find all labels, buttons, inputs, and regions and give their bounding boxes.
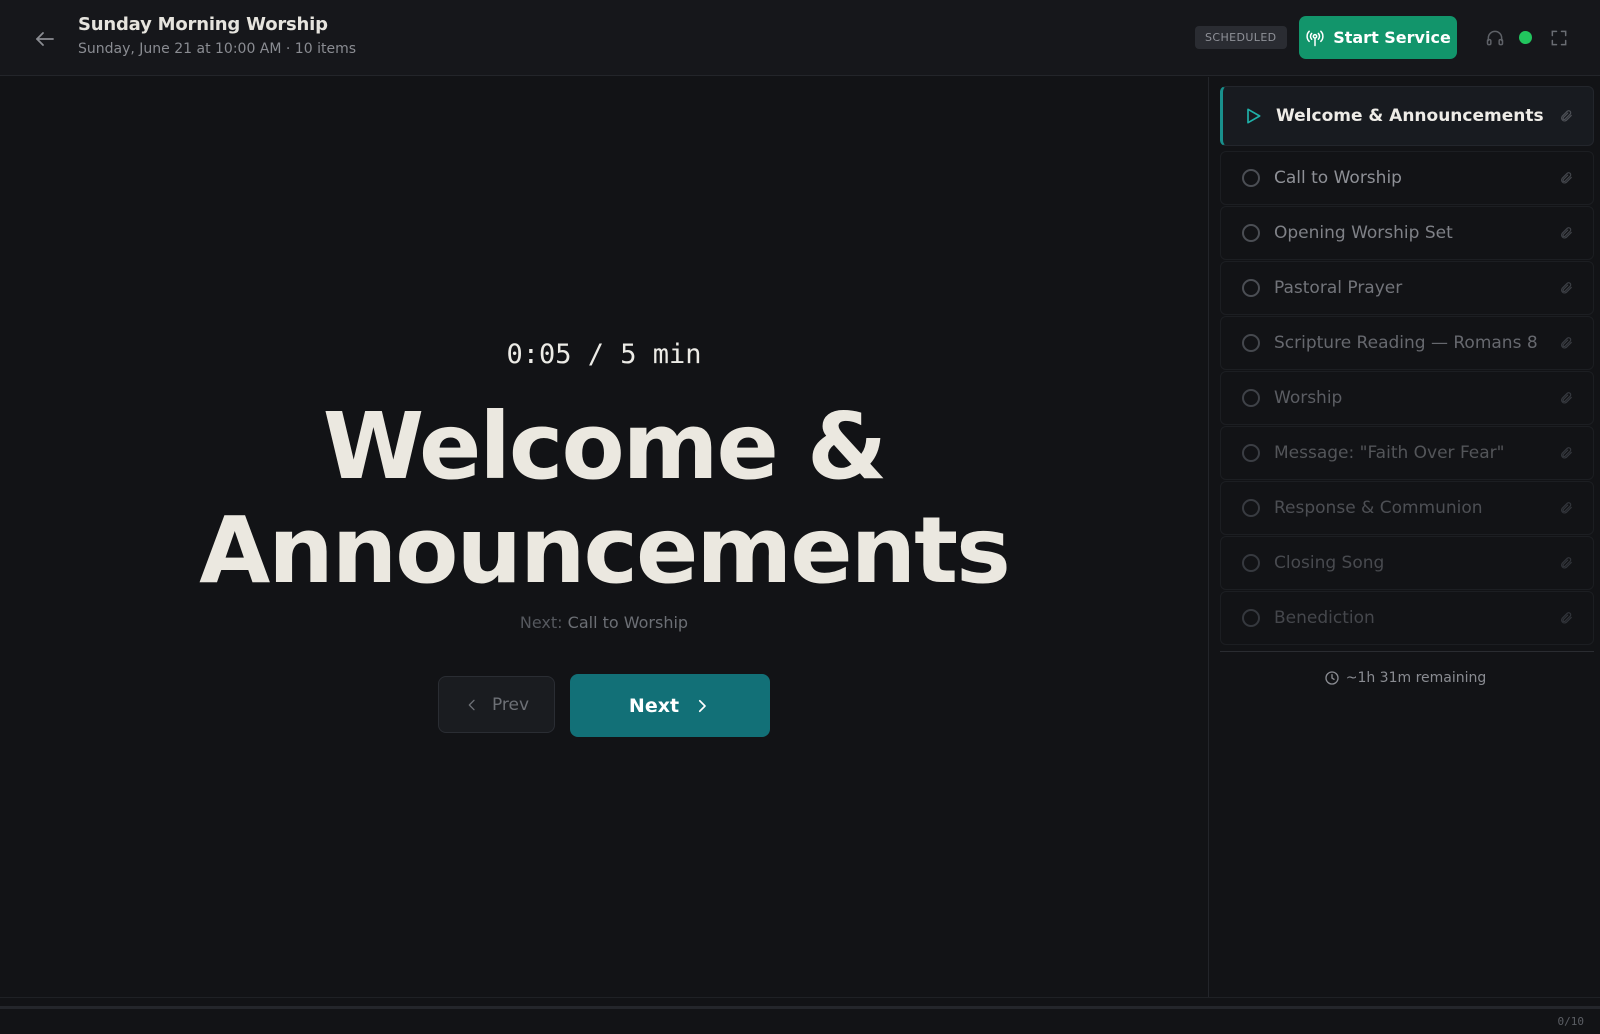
paperclip-icon[interactable] (1559, 109, 1573, 123)
arrow-left-icon (36, 32, 54, 46)
service-item-label: Opening Worship Set (1274, 223, 1453, 243)
service-title: Sunday Morning Worship (78, 14, 328, 35)
service-item[interactable]: Pastoral Prayer (1220, 261, 1594, 315)
service-item-label: Message: "Faith Over Fear" (1274, 443, 1505, 463)
progress-footer: 0/10 (0, 997, 1600, 1034)
sidebar-divider (1220, 651, 1594, 652)
headphones-icon (1486, 30, 1504, 46)
service-item[interactable]: Welcome & Announcements (1220, 86, 1594, 146)
service-subtitle: Sunday, June 21 at 10:00 AM · 10 items (78, 41, 356, 57)
pending-circle-icon (1242, 224, 1260, 242)
prev-button[interactable]: Prev (438, 676, 555, 733)
clock-icon (1325, 671, 1339, 685)
pending-circle-icon (1242, 279, 1260, 297)
paperclip-icon[interactable] (1559, 226, 1573, 240)
presentation-stage: 0:05 / 5 min Welcome & Announcements Nex… (0, 77, 1208, 997)
fullscreen-icon (1551, 30, 1567, 46)
service-item[interactable]: Closing Song (1220, 536, 1594, 590)
paperclip-icon[interactable] (1559, 171, 1573, 185)
pending-circle-icon (1242, 499, 1260, 517)
start-service-label: Start Service (1333, 28, 1451, 47)
pending-circle-icon (1242, 169, 1260, 187)
paperclip-icon[interactable] (1559, 336, 1573, 350)
fullscreen-button[interactable] (1548, 27, 1570, 49)
pending-circle-icon (1242, 444, 1260, 462)
service-item[interactable]: Worship (1220, 371, 1594, 425)
status-badge: SCHEDULED (1195, 26, 1287, 49)
current-item-title-line1: Welcome & (322, 393, 887, 500)
pending-circle-icon (1242, 334, 1260, 352)
headphones-button[interactable] (1484, 27, 1506, 49)
service-item-label: Benediction (1274, 608, 1375, 628)
next-prefix: Next: (519, 613, 563, 632)
time-remaining-label: ~1h 31m remaining (1345, 670, 1487, 686)
live-status-indicator (1519, 31, 1532, 44)
service-item-label: Welcome & Announcements (1276, 106, 1544, 126)
paperclip-icon[interactable] (1559, 281, 1573, 295)
service-item[interactable]: Message: "Faith Over Fear" (1220, 426, 1594, 480)
service-item[interactable]: Benediction (1220, 591, 1594, 645)
next-button[interactable]: Next (570, 674, 770, 737)
service-item[interactable]: Scripture Reading — Romans 8 (1220, 316, 1594, 370)
paperclip-icon[interactable] (1559, 556, 1573, 570)
time-remaining: ~1h 31m remaining (1209, 670, 1600, 686)
service-info: Sunday Morning Worship Sunday, June 21 a… (78, 14, 356, 57)
order-of-service-sidebar: Welcome & Announcements Call to Worship … (1208, 77, 1600, 997)
current-item-title: Welcome & Announcements (0, 395, 1208, 603)
pending-circle-icon (1242, 554, 1260, 572)
pending-circle-icon (1242, 389, 1260, 407)
service-item-label: Pastoral Prayer (1274, 278, 1403, 298)
service-item[interactable]: Opening Worship Set (1220, 206, 1594, 260)
current-item-title-line2: Announcements (199, 497, 1011, 604)
paperclip-icon[interactable] (1559, 611, 1573, 625)
start-service-button[interactable]: Start Service (1299, 16, 1457, 59)
item-timer: 0:05 / 5 min (506, 339, 702, 370)
service-item-label: Closing Song (1274, 553, 1385, 573)
top-bar: Sunday Morning Worship Sunday, June 21 a… (0, 0, 1600, 76)
pending-circle-icon (1242, 609, 1260, 627)
chevron-left-icon (468, 699, 475, 710)
next-item-name: Call to Worship (567, 613, 689, 632)
play-icon (1247, 108, 1261, 124)
paperclip-icon[interactable] (1559, 446, 1573, 460)
progress-bar (0, 1006, 1600, 1009)
service-item[interactable]: Call to Worship (1220, 151, 1594, 205)
prev-label: Prev (491, 694, 530, 715)
service-item-label: Scripture Reading — Romans 8 (1274, 333, 1538, 353)
service-item-label: Call to Worship (1274, 168, 1402, 188)
service-item[interactable]: Response & Communion (1220, 481, 1594, 535)
chevron-right-icon (698, 699, 706, 712)
paperclip-icon[interactable] (1559, 391, 1573, 405)
back-button[interactable] (28, 22, 62, 56)
broadcast-icon (1306, 30, 1324, 46)
paperclip-icon[interactable] (1559, 501, 1573, 515)
next-label: Next (628, 694, 680, 717)
next-item-preview: Next: Call to Worship (0, 613, 1208, 632)
service-item-label: Worship (1274, 388, 1343, 408)
service-item-label: Response & Communion (1274, 498, 1483, 518)
progress-count: 0/10 (1557, 1015, 1585, 1028)
